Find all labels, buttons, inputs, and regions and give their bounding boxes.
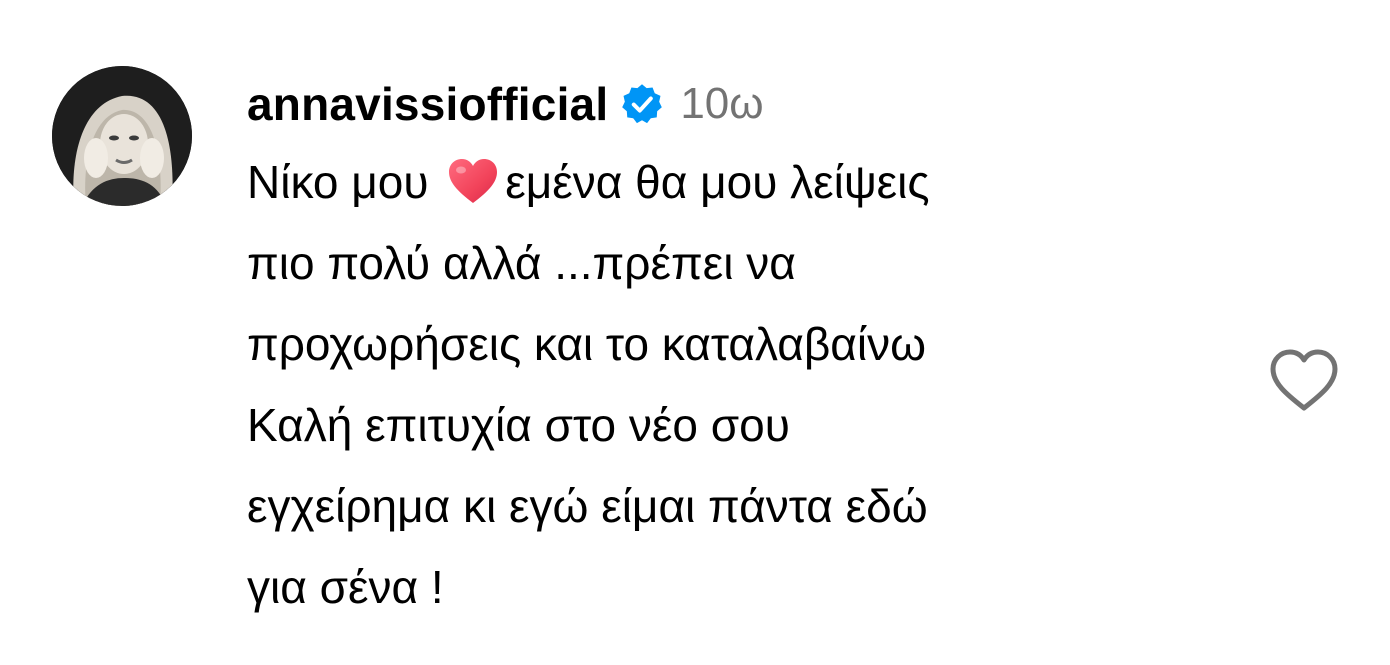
comment-line-6: για σένα !	[247, 561, 444, 613]
avatar[interactable]	[52, 66, 192, 206]
comment-line-4: Καλή επιτυχία στο νέο σου	[247, 399, 790, 451]
heart-outline-icon	[1270, 349, 1338, 411]
profile-photo-icon	[52, 66, 192, 206]
comment-line-5: εγχείρημα κι εγώ είμαι πάντα εδώ	[247, 480, 928, 532]
comment-line-1-start: Νίκο μου	[247, 156, 442, 208]
username[interactable]: annavissiofficial	[247, 77, 608, 131]
comment-line-1: Νίκο μου εμένα θα μου λείψεις	[247, 142, 1207, 223]
red-heart-emoji-icon	[447, 157, 499, 207]
comment-line-1-end: εμένα θα μου λείψεις	[505, 156, 930, 208]
timestamp[interactable]: 10ω	[680, 79, 763, 129]
verified-badge-icon	[620, 82, 664, 126]
comment-text: Νίκο μου εμένα θα μου λείψεις πιο πολύ α…	[247, 142, 1207, 628]
comment: annavissiofficial 10ω Νίκο μου εμένα θα …	[0, 0, 1390, 665]
comment-line-2: πιο πολύ αλλά ...πρέπει να	[247, 237, 796, 289]
comment-header: annavissiofficial 10ω	[247, 72, 764, 136]
like-button[interactable]	[1268, 348, 1340, 414]
comment-line-3: προχωρήσεις και το καταλαβαίνω	[247, 318, 927, 370]
